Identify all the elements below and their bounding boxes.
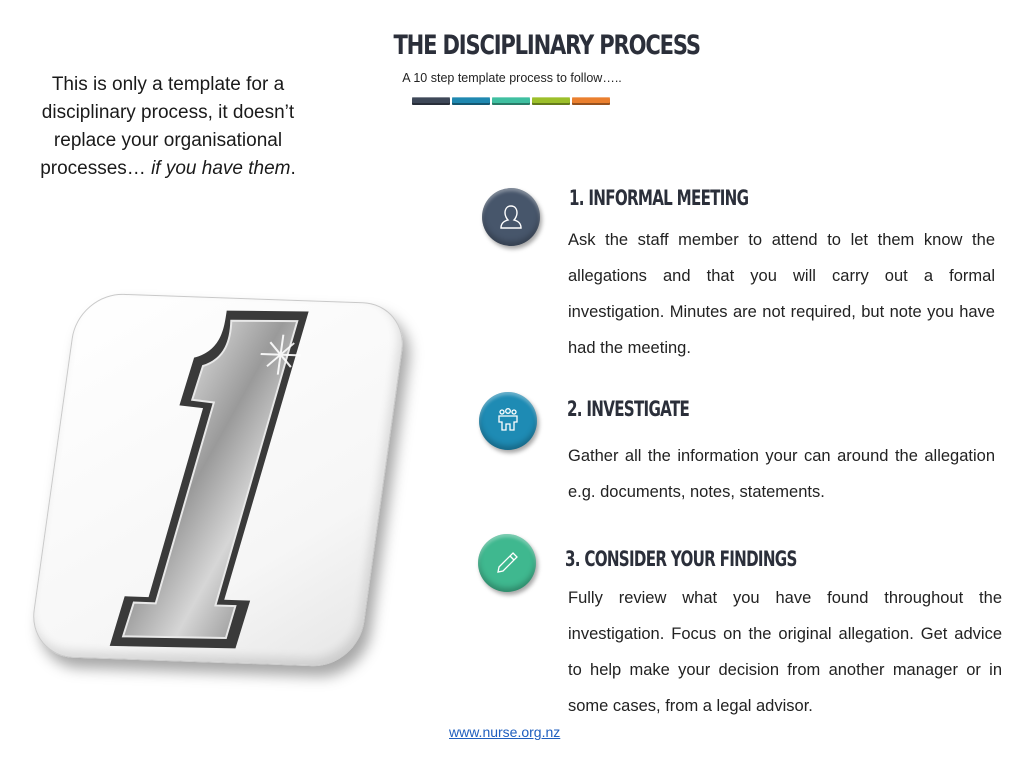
disclaimer-end: .: [290, 158, 296, 179]
page-title: THE DISCIPLINARY PROCESS: [393, 30, 701, 61]
step-3-title: 3. CONSIDER YOUR FINDINGS: [565, 547, 797, 571]
number-one-badge-icon: [109, 310, 309, 649]
person-icon: [500, 205, 522, 229]
disclaimer-text: This is only a template for a disciplina…: [18, 71, 318, 183]
step-1-body: Ask the staff member to attend to let th…: [568, 231, 995, 357]
step-1-icon: [482, 188, 540, 246]
disclaimer-emphasis: if you have them: [151, 158, 291, 179]
page-subtitle: A 10 step template process to follow…..: [402, 71, 622, 85]
number-one-badge: [27, 292, 409, 668]
color-bar-segment: [492, 97, 530, 105]
group-icon: [498, 408, 518, 431]
step-2-title: 2. INVESTIGATE: [567, 397, 690, 421]
color-bar-segment: [532, 97, 570, 105]
step-3-icon: [478, 534, 536, 592]
website-link[interactable]: www.nurse.org.nz: [449, 724, 560, 740]
step-2-icon: [479, 392, 537, 450]
step-2-body: Gather all the information your can arou…: [568, 447, 995, 501]
color-bar-segment: [412, 97, 450, 105]
step-1-title: 1. INFORMAL MEETING: [569, 186, 749, 210]
step-3-body: Fully review what you have found through…: [568, 589, 1002, 715]
color-bar-segment: [572, 97, 610, 105]
color-bar-segment: [452, 97, 490, 105]
color-progress-bar: [412, 97, 612, 105]
pencil-icon: [497, 552, 518, 573]
